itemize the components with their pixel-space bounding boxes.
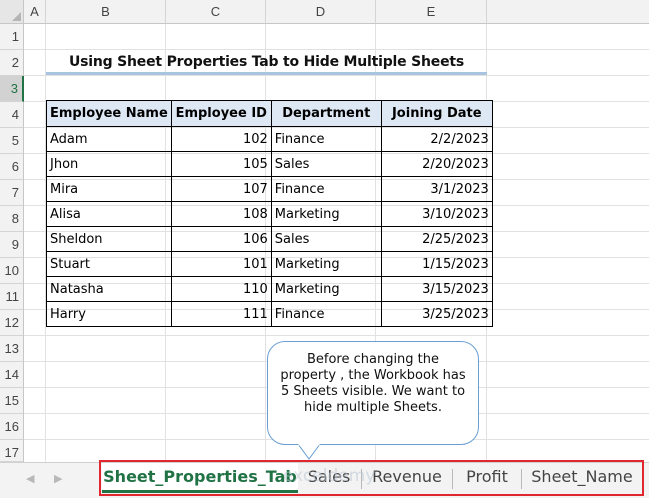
callout-tail [298,444,321,460]
row-header-2[interactable]: 2 [0,50,24,76]
tab-scroll-right-icon[interactable]: ▶ [54,472,62,485]
row-header-4[interactable]: 4 [0,102,24,128]
sheet-title: Using Sheet Properties Tab to Hide Multi… [69,54,464,70]
row-header-13[interactable]: 13 [0,336,24,362]
cell-id[interactable]: 101 [170,251,272,277]
cell-name[interactable]: Natasha [46,276,172,302]
row-header-3[interactable]: 3 [0,76,24,102]
cell-department[interactable]: Sales [270,151,382,177]
cell-id[interactable]: 106 [170,226,272,252]
table-row: Sheldon 106 Sales 2/25/2023 [46,226,493,252]
title-underline [46,72,487,75]
header-joining-date[interactable]: Joining Date [380,100,493,127]
column-header-b[interactable]: B [46,0,166,24]
cell-date[interactable]: 1/15/2023 [380,251,493,277]
header-employee-name[interactable]: Employee Name [46,100,172,127]
column-header-d[interactable]: D [266,0,376,24]
cell-date[interactable]: 3/15/2023 [380,276,493,302]
cell-name[interactable]: Harry [46,301,172,327]
column-header-a[interactable]: A [24,0,46,24]
cell-id[interactable]: 110 [170,276,272,302]
cell-name[interactable]: Alisa [46,201,172,227]
table-row: Jhon 105 Sales 2/20/2023 [46,151,493,177]
table-row: Alisa 108 Marketing 3/10/2023 [46,201,493,227]
cell-id[interactable]: 108 [170,201,272,227]
gridline [24,49,649,50]
row-header-15[interactable]: 15 [0,388,24,414]
cell-date[interactable]: 2/25/2023 [380,226,493,252]
cell-name[interactable]: Stuart [46,251,172,277]
cell-name[interactable]: Adam [46,126,172,152]
row-header-11[interactable]: 11 [0,284,24,310]
callout-note: Before changing the property , the Workb… [267,341,479,445]
row-header-9[interactable]: 9 [0,232,24,258]
cell-date[interactable]: 2/20/2023 [380,151,493,177]
cell-date[interactable]: 2/2/2023 [380,126,493,152]
cell-id[interactable]: 111 [170,301,272,327]
cell-id[interactable]: 105 [170,151,272,177]
table-row: Harry 111 Finance 3/25/2023 [46,301,493,327]
gridline [24,75,649,76]
row-header-14[interactable]: 14 [0,362,24,388]
header-department[interactable]: Department [270,100,382,127]
cell-department[interactable]: Sales [270,226,382,252]
column-header-blank [487,0,649,24]
spreadsheet-grid: A B C D E 1 2 3 4 5 6 7 8 9 10 11 12 13 … [0,0,649,462]
table-row: Mira 107 Finance 3/1/2023 [46,176,493,202]
cell-date[interactable]: 3/25/2023 [380,301,493,327]
table-row: Adam 102 Finance 2/2/2023 [46,126,493,152]
cell-date[interactable]: 3/1/2023 [380,176,493,202]
cell-id[interactable]: 102 [170,126,272,152]
row-header-17[interactable]: 17 [0,440,24,462]
row-header-8[interactable]: 8 [0,206,24,232]
table-row: Stuart 101 Marketing 1/15/2023 [46,251,493,277]
cell-name[interactable]: Mira [46,176,172,202]
cell-name[interactable]: Jhon [46,151,172,177]
gridline [24,335,649,336]
cell-department[interactable]: Marketing [270,276,382,302]
cell-department[interactable]: Marketing [270,201,382,227]
cell-department[interactable]: Finance [270,301,382,327]
cell-department[interactable]: Finance [270,126,382,152]
table-header-row: Employee Name Employee ID Department Joi… [46,100,493,127]
column-header-c[interactable]: C [166,0,266,24]
cell-name[interactable]: Sheldon [46,226,172,252]
row-header-5[interactable]: 5 [0,128,24,154]
cell-department[interactable]: Finance [270,176,382,202]
cell-department[interactable]: Marketing [270,251,382,277]
row-header-12[interactable]: 12 [0,310,24,336]
column-header-e[interactable]: E [376,0,487,24]
row-header-16[interactable]: 16 [0,414,24,440]
cell-date[interactable]: 3/10/2023 [380,201,493,227]
row-header-7[interactable]: 7 [0,180,24,206]
tab-scroll-left-icon[interactable]: ◀ [26,472,34,485]
select-all-corner[interactable] [0,0,24,24]
cell-id[interactable]: 107 [170,176,272,202]
row-header-6[interactable]: 6 [0,154,24,180]
tabs-highlight-box [99,460,644,496]
table-row: Natasha 110 Marketing 3/15/2023 [46,276,493,302]
row-header-10[interactable]: 10 [0,258,24,284]
row-header-1[interactable]: 1 [0,24,24,50]
employee-table: Employee Name Employee ID Department Joi… [46,100,493,327]
header-employee-id[interactable]: Employee ID [170,100,272,127]
